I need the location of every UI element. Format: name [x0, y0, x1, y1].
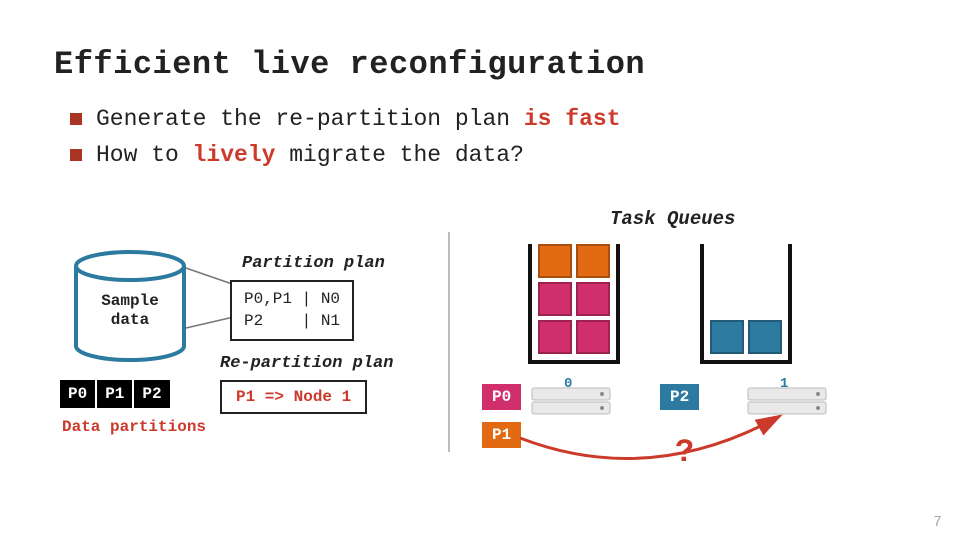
dp-p2: P2: [134, 380, 169, 408]
bullet-list: Generate the re-partition plan is fast H…: [70, 106, 621, 178]
dp-p0: P0: [60, 380, 97, 408]
task-icon: [576, 320, 610, 354]
cylinder-text: Sample data: [70, 292, 190, 330]
queue-0: [528, 244, 620, 364]
repartition-plan-box: P1 => Node 1: [220, 380, 367, 414]
data-partitions-caption: Data partitions: [62, 418, 206, 436]
task-icon: [576, 244, 610, 278]
task-icon: [710, 320, 744, 354]
bullet-1-em: is fast: [524, 106, 621, 132]
bullet-2: How to lively migrate the data?: [70, 142, 621, 168]
bullet-2-post: migrate the data?: [275, 142, 523, 168]
task-icon: [576, 282, 610, 316]
bullet-square-icon: [70, 149, 82, 161]
bullet-2-em: lively: [193, 142, 276, 168]
bullet-1-text: Generate the re-partition plan is fast: [96, 106, 621, 132]
migration-arrow-icon: [510, 408, 830, 478]
queue-1-tasks: [710, 320, 782, 354]
cylinder-line2: data: [111, 311, 149, 329]
task-queues-label: Task Queues: [610, 208, 735, 230]
vertical-divider: [448, 232, 450, 452]
queue-0-tasks: [538, 244, 610, 354]
bullet-2-text: How to lively migrate the data?: [96, 142, 524, 168]
plan-row-1: P0,P1 | N0: [244, 288, 340, 310]
page-number: 7: [933, 514, 942, 531]
bullet-2-pre: How to: [96, 142, 193, 168]
badge-p2: P2: [660, 384, 699, 410]
cylinder-line1: Sample: [101, 292, 159, 310]
task-icon: [538, 320, 572, 354]
slide-title: Efficient live reconfiguration: [54, 46, 645, 83]
sample-data-cylinder: Sample data: [70, 258, 190, 368]
bullet-1-pre: Generate the re-partition plan: [96, 106, 524, 132]
partition-plan-box: P0,P1 | N0 P2 | N1: [230, 280, 354, 341]
partition-plan-label: Partition plan: [242, 254, 385, 273]
bullet-1: Generate the re-partition plan is fast: [70, 106, 621, 132]
queue-1: [700, 244, 792, 364]
task-icon: [538, 244, 572, 278]
data-partitions-row: P0 P1 P2: [60, 380, 170, 408]
dp-p1: P1: [97, 380, 134, 408]
task-icon: [748, 320, 782, 354]
bullet-square-icon: [70, 113, 82, 125]
repartition-plan-label: Re-partition plan: [220, 354, 393, 373]
question-mark: ?: [675, 434, 694, 471]
task-icon: [538, 282, 572, 316]
badge-p0: P0: [482, 384, 521, 410]
plan-row-2: P2 | N1: [244, 310, 340, 332]
